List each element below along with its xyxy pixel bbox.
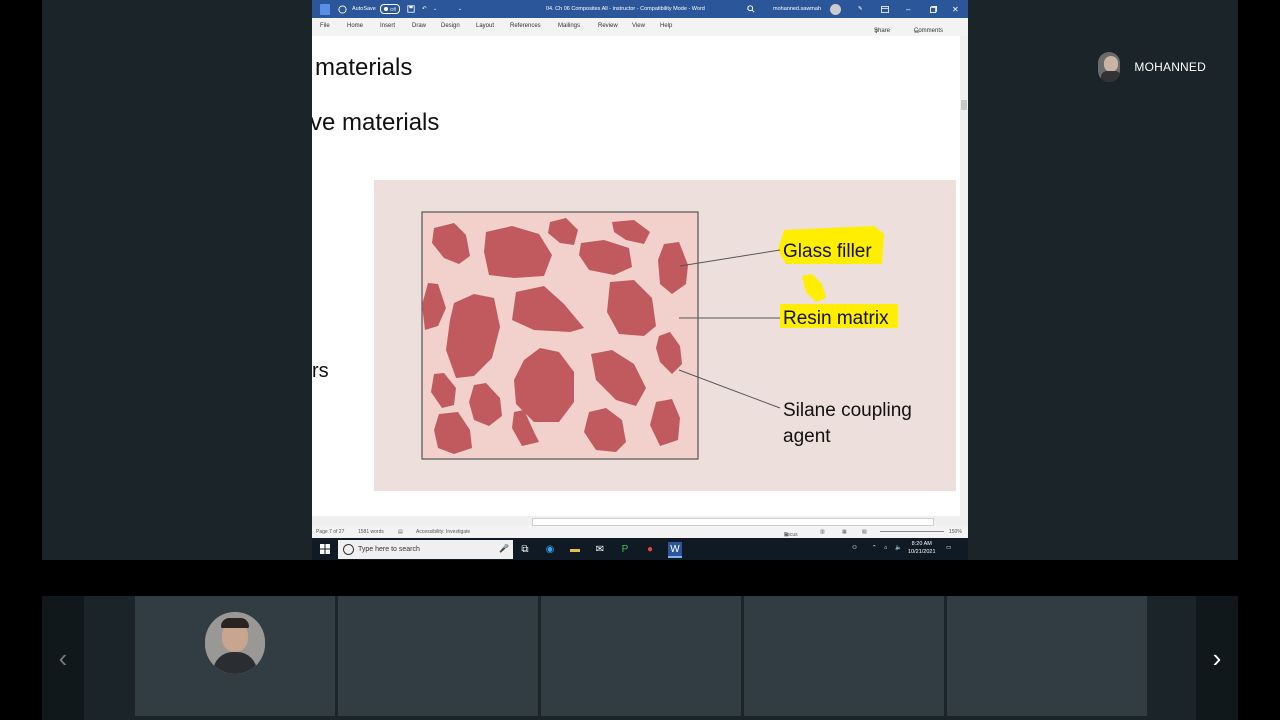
participant-tile[interactable] — [135, 596, 335, 716]
file-explorer-icon[interactable]: ▬ — [568, 542, 582, 556]
doc-line-3: rs — [312, 360, 329, 382]
task-view-icon[interactable]: ⧉ — [518, 542, 532, 556]
tab-file[interactable]: File — [320, 23, 330, 29]
horizontal-scrollbar[interactable] — [312, 516, 968, 526]
zoom-slider[interactable] — [880, 531, 944, 532]
tab-review[interactable]: Review — [598, 23, 618, 29]
tab-design[interactable]: Design — [441, 23, 460, 29]
status-bar: Page 7 of 27 1581 words ▤ Accessibility:… — [312, 526, 968, 538]
word-taskbar-icon[interactable]: W — [668, 542, 682, 558]
clock-date: 10/21/2021 — [908, 549, 936, 555]
app-p-icon[interactable]: P — [618, 542, 632, 556]
word-app-icon — [320, 0, 330, 18]
network-icon[interactable]: ⌂ — [884, 544, 887, 552]
autosave-icon[interactable] — [338, 0, 347, 18]
ribbon-display-icon[interactable] — [881, 0, 889, 18]
edge-icon[interactable]: ◉ — [543, 542, 557, 556]
pen-icon[interactable]: ✎ — [858, 0, 863, 18]
proofing-icon[interactable]: ▤ — [398, 529, 403, 535]
participant-name: MOHANNED — [1134, 60, 1206, 74]
clock-time: 8:20 AM — [911, 541, 932, 547]
volume-icon[interactable]: 🔈 — [895, 544, 902, 552]
undo-icon[interactable]: ↶ — [422, 0, 427, 18]
tab-draw[interactable]: Draw — [412, 23, 426, 29]
windows-taskbar: Type here to search 🎤 ⧉ ◉ ▬ ✉ P ● W ⚇ ⌃ … — [312, 538, 968, 560]
taskbar-search-box[interactable]: Type here to search 🎤 — [338, 540, 513, 559]
restore-icon[interactable] — [930, 0, 937, 18]
windows-start-icon[interactable] — [318, 542, 332, 556]
mail-icon[interactable]: ✉ — [593, 542, 607, 556]
word-titlebar: AutoSave Off ↶ ⌄ ⌄ 04. Ch 06 Composites … — [312, 0, 968, 18]
microphone-icon[interactable]: 🎤 — [499, 544, 509, 553]
tab-home[interactable]: Home — [347, 23, 363, 29]
highlight-mark — [802, 274, 826, 302]
chrome-icon[interactable]: ● — [643, 542, 657, 556]
vertical-scroll-thumb[interactable] — [961, 100, 967, 110]
tab-help[interactable]: Help — [660, 23, 672, 29]
participant-avatar — [1098, 52, 1121, 82]
page-count[interactable]: Page 7 of 27 — [316, 529, 344, 535]
customize-qat-icon[interactable]: ⌄ — [458, 0, 462, 18]
participant-tag: MOHANNED — [1096, 50, 1206, 84]
tab-mailings[interactable]: Mailings — [558, 23, 580, 29]
taskbar-clock[interactable]: 8:20 AM 10/21/2021 — [908, 540, 936, 556]
horizontal-scroll-thumb[interactable] — [532, 518, 934, 526]
tab-layout[interactable]: Layout — [476, 23, 494, 29]
empty-tile — [947, 596, 1147, 716]
search-circle-icon — [343, 544, 354, 555]
share-label: Share — [874, 28, 891, 34]
word-count[interactable]: 1581 words — [358, 529, 384, 535]
minimize-icon[interactable]: – — [906, 0, 910, 18]
web-layout-icon[interactable]: ▧ — [862, 529, 867, 535]
autosave-state: Off — [390, 6, 396, 12]
autosave-label: AutoSave — [352, 6, 376, 12]
people-icon[interactable]: ⚇ — [852, 544, 857, 552]
tray-chevron-icon[interactable]: ⌃ — [872, 544, 877, 552]
close-icon[interactable]: ✕ — [952, 0, 959, 18]
read-mode-icon[interactable]: ▥ — [820, 529, 825, 535]
print-layout-icon[interactable]: ▦ — [842, 529, 847, 535]
strip-prev-button[interactable]: ‹ — [42, 596, 84, 720]
tab-view[interactable]: View — [632, 23, 645, 29]
vertical-scrollbar[interactable] — [960, 36, 968, 516]
notifications-icon[interactable]: ▭ — [946, 544, 951, 552]
taskbar-search-placeholder: Type here to search — [358, 546, 420, 553]
undo-dropdown-icon[interactable]: ⌄ — [433, 0, 437, 18]
comments-label: Comments — [914, 28, 944, 34]
label-silane-line2: agent — [783, 426, 831, 447]
search-icon[interactable] — [747, 0, 755, 18]
ribbon-menu: File Home Insert Draw Design Layout Refe… — [312, 18, 968, 37]
composite-diagram: Glass filler Resin matrix Silane couplin… — [421, 211, 912, 460]
chevron-right-icon: › — [1212, 642, 1222, 673]
doc-line-2: ve materials — [312, 109, 440, 136]
document-page[interactable]: materials ve materials rs Glass filler R… — [312, 36, 960, 516]
left-panel — [42, 0, 312, 560]
accessibility-status[interactable]: Accessibility: Investigate — [416, 529, 470, 535]
empty-tile — [744, 596, 944, 716]
autosave-toggle[interactable]: Off — [380, 0, 400, 18]
account-avatar[interactable] — [830, 0, 841, 18]
shared-word-window: AutoSave Off ↶ ⌄ ⌄ 04. Ch 06 Composites … — [312, 0, 968, 560]
composite-figure: Glass filler Resin matrix Silane couplin… — [374, 180, 956, 491]
tab-references[interactable]: References — [510, 23, 541, 29]
save-icon[interactable] — [407, 0, 415, 18]
zoom-level[interactable]: 150% — [949, 529, 962, 535]
doc-line-1: materials — [315, 54, 413, 81]
tab-insert[interactable]: Insert — [380, 23, 395, 29]
label-silane-line1: Silane coupling — [783, 400, 912, 421]
account-name[interactable]: mohanned.sawmah — [773, 0, 821, 18]
strip-next-button[interactable]: › — [1196, 596, 1238, 720]
participant-video-avatar — [205, 612, 265, 674]
label-resin-matrix: Resin matrix — [783, 308, 889, 329]
document-title: 04. Ch 06 Composites All - instructor - … — [546, 6, 705, 12]
participant-strip: ‹ › — [42, 596, 1238, 720]
empty-tile — [338, 596, 538, 716]
empty-tile — [541, 596, 741, 716]
chevron-left-icon: ‹ — [58, 642, 68, 673]
label-glass-filler: Glass filler — [783, 241, 872, 262]
